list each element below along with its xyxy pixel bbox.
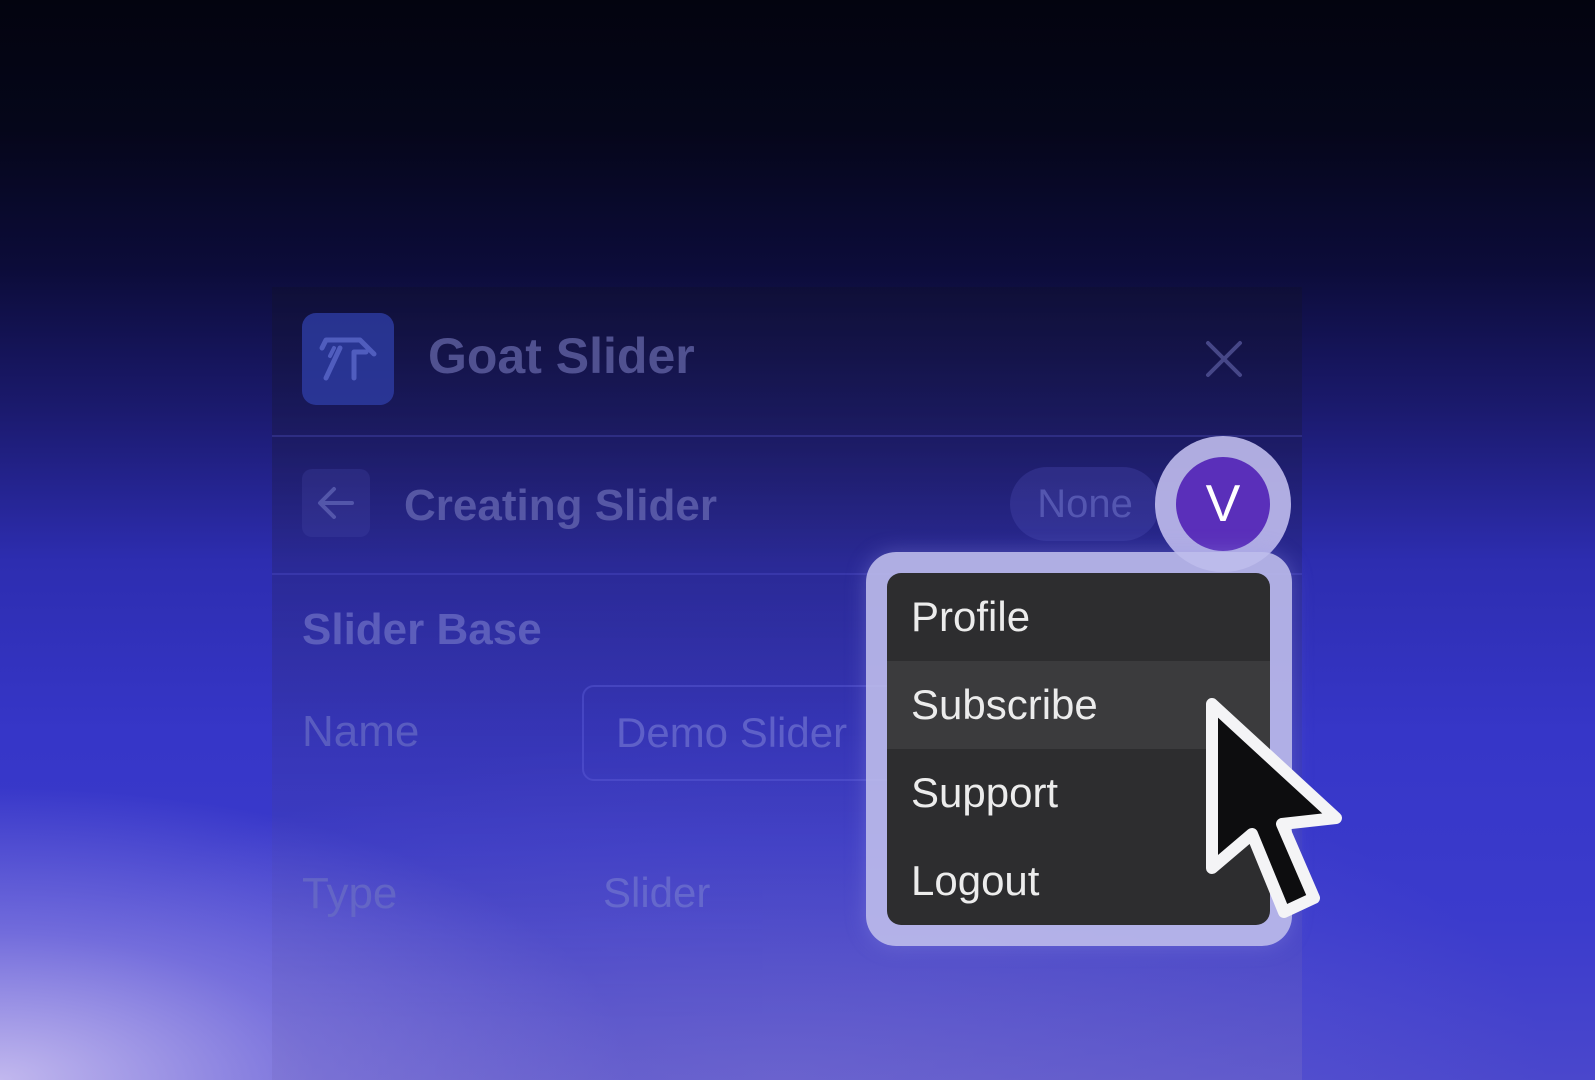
- type-label: Type: [302, 869, 398, 918]
- back-button[interactable]: [302, 469, 370, 537]
- section-title: Slider Base: [302, 605, 542, 654]
- avatar: V: [1176, 457, 1270, 551]
- status-pill[interactable]: None: [1010, 467, 1160, 541]
- arrow-left-icon: [318, 487, 354, 519]
- app-title: Goat Slider: [428, 328, 695, 384]
- close-icon[interactable]: [1194, 329, 1254, 389]
- name-label: Name: [302, 707, 420, 756]
- panel-header: Goat Slider: [272, 287, 1302, 437]
- menu-item-profile[interactable]: Profile: [887, 573, 1270, 661]
- page-title: Creating Slider: [404, 481, 717, 530]
- goat-logo-icon: [302, 313, 394, 405]
- type-value[interactable]: Slider: [603, 869, 710, 917]
- mouse-cursor-icon: [1206, 698, 1342, 918]
